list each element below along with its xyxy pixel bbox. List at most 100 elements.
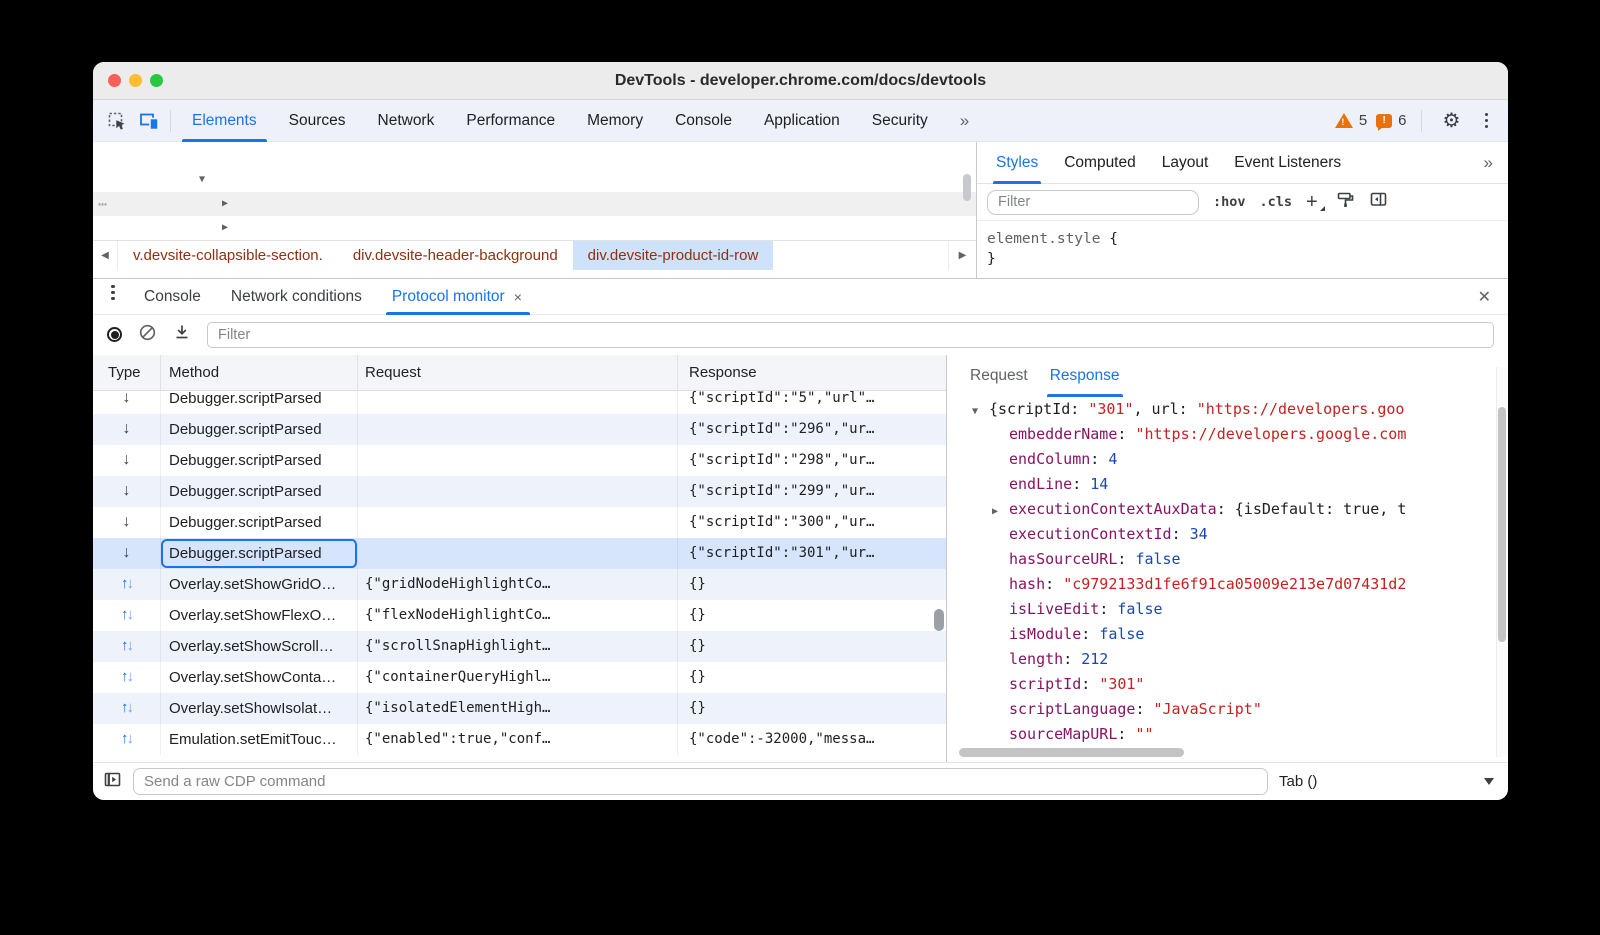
disclosure-triangle-icon[interactable]: ▼ bbox=[972, 399, 989, 424]
save-button[interactable] bbox=[173, 323, 191, 347]
json-tree-line[interactable]: embedderName: "https://developers.google… bbox=[947, 422, 1492, 447]
json-tree-line[interactable]: executionContextId: 34 bbox=[947, 522, 1492, 547]
issues-indicator[interactable]: ! 6 bbox=[1376, 112, 1406, 129]
settings-gear-icon[interactable]: ⚙ bbox=[1436, 105, 1468, 137]
tab-sources[interactable]: Sources bbox=[273, 100, 362, 142]
tab-elements[interactable]: Elements bbox=[176, 100, 273, 142]
json-tree-line[interactable]: isLiveEdit: false bbox=[947, 597, 1492, 622]
breadcrumb-back-icon[interactable]: ◀ bbox=[93, 241, 118, 270]
json-tree-line[interactable]: length: 212 bbox=[947, 647, 1492, 672]
breadcrumb-forward-icon[interactable]: ▶ bbox=[948, 241, 976, 270]
breadcrumb-item[interactable]: div.devsite-header-background bbox=[338, 241, 573, 270]
method-cell[interactable]: Overlay.setShowFlexO… bbox=[161, 600, 358, 631]
protocol-message-row[interactable]: ↓ Debugger.scriptParsed {"scriptId":"5",… bbox=[93, 391, 946, 414]
close-window-button[interactable] bbox=[108, 74, 121, 87]
table-column-header[interactable]: Type bbox=[93, 355, 161, 390]
drawer-menu-kebab-icon[interactable] bbox=[97, 281, 129, 313]
protocol-message-row[interactable]: ↓ Debugger.scriptParsed {"scriptId":"301… bbox=[93, 538, 946, 569]
method-cell[interactable]: Debugger.scriptParsed bbox=[161, 507, 358, 538]
disclosure-triangle-icon[interactable]: ▶ bbox=[222, 216, 228, 240]
element-style-rule[interactable]: element.style { } bbox=[977, 221, 1508, 269]
protocol-message-row[interactable]: ↓ Debugger.scriptParsed {"scriptId":"299… bbox=[93, 476, 946, 507]
drawer-tab-console[interactable]: Console bbox=[129, 279, 216, 315]
json-tree-line[interactable]: endColumn: 4 bbox=[947, 447, 1492, 472]
protocol-message-row[interactable]: ↑↓ Overlay.setShowIsolat… {"isolatedElem… bbox=[93, 693, 946, 724]
styles-tab-event-listeners[interactable]: Event Listeners bbox=[1221, 142, 1354, 184]
target-selector[interactable]: Tab () bbox=[1279, 773, 1494, 790]
method-cell[interactable]: Debugger.scriptParsed bbox=[161, 414, 358, 445]
method-cell[interactable]: Overlay.setShowGridO… bbox=[161, 569, 358, 600]
disclosure-triangle-icon[interactable]: ▶ bbox=[992, 499, 1009, 524]
clear-button[interactable] bbox=[138, 323, 157, 347]
tab-console[interactable]: Console bbox=[659, 100, 748, 142]
main-menu-kebab-icon[interactable] bbox=[1477, 109, 1497, 133]
cdp-command-input[interactable] bbox=[133, 768, 1268, 795]
protocol-message-row[interactable]: ↑↓ Overlay.setShowFlexO… {"flexNodeHighl… bbox=[93, 600, 946, 631]
drawer-tab-protocol-monitor[interactable]: Protocol monitor× bbox=[377, 279, 537, 315]
protocol-message-row[interactable]: ↑↓ Overlay.setShowScroll… {"scrollSnapHi… bbox=[93, 631, 946, 662]
json-tree-line[interactable]: hasSourceURL: false bbox=[947, 547, 1492, 572]
detail-horizontal-scrollbar[interactable] bbox=[959, 748, 1184, 757]
method-cell[interactable]: Debugger.scriptParsed bbox=[161, 445, 358, 476]
tab-network[interactable]: Network bbox=[362, 100, 451, 142]
more-panels-icon[interactable]: » bbox=[944, 111, 985, 131]
table-scrollbar-thumb[interactable] bbox=[934, 609, 944, 631]
json-tree-line[interactable]: sourceMapURL: "" bbox=[947, 722, 1492, 746]
protocol-message-row[interactable]: ↑↓ Emulation.setEmitTouc… {"enabled":tru… bbox=[93, 724, 946, 755]
zoom-window-button[interactable] bbox=[150, 74, 163, 87]
detail-vertical-scrollbar[interactable] bbox=[1496, 367, 1508, 757]
scrollbar-thumb[interactable] bbox=[1498, 407, 1506, 642]
json-tree-line[interactable]: scriptId: "301" bbox=[947, 672, 1492, 697]
method-cell[interactable]: Overlay.setShowIsolat… bbox=[161, 693, 358, 724]
dom-tree-node[interactable]: ⋯ ▶ <div class="devsite-product-id-row">… bbox=[93, 192, 976, 216]
disclosure-triangle-icon[interactable]: ▶ bbox=[222, 192, 228, 216]
table-column-header[interactable]: Request bbox=[358, 355, 678, 390]
drawer-tab-network-conditions[interactable]: Network conditions bbox=[216, 279, 377, 315]
record-button[interactable] bbox=[107, 327, 122, 342]
table-column-header[interactable]: Response bbox=[678, 355, 946, 390]
toggle-element-state-button[interactable]: :hov bbox=[1213, 194, 1246, 210]
method-cell[interactable]: Debugger.scriptParsed bbox=[161, 476, 358, 507]
dom-tree-node[interactable]: " style="transform: translate3d(0px, -72… bbox=[93, 144, 976, 168]
detail-tab-response[interactable]: Response bbox=[1039, 355, 1131, 397]
protocol-filter-input[interactable] bbox=[207, 322, 1494, 348]
new-style-rule-button[interactable]: + bbox=[1306, 195, 1322, 209]
show-target-sidebar-button[interactable] bbox=[103, 770, 122, 794]
method-cell[interactable]: Debugger.scriptParsed bbox=[161, 539, 358, 568]
table-column-header[interactable]: Method bbox=[161, 355, 358, 390]
tab-close-icon[interactable]: × bbox=[514, 289, 522, 305]
inspect-element-button[interactable] bbox=[101, 105, 133, 137]
method-cell[interactable]: Emulation.setEmitTouc… bbox=[161, 724, 358, 755]
warnings-indicator[interactable]: ! 5 bbox=[1335, 112, 1367, 129]
more-styles-tabs-icon[interactable]: » bbox=[1484, 153, 1508, 173]
detail-tab-request[interactable]: Request bbox=[959, 355, 1039, 397]
computed-panel-toggle-button[interactable] bbox=[1369, 190, 1388, 214]
json-tree-line[interactable]: isModule: false bbox=[947, 622, 1492, 647]
protocol-message-row[interactable]: ↓ Debugger.scriptParsed {"scriptId":"298… bbox=[93, 445, 946, 476]
close-drawer-icon[interactable]: ✕ bbox=[1478, 287, 1508, 307]
json-tree-line[interactable]: ▼{scriptId: "301", url: "https://develop… bbox=[947, 397, 1492, 422]
breadcrumb-item[interactable]: div.devsite-product-id-row bbox=[573, 241, 774, 270]
styles-filter-input[interactable] bbox=[987, 190, 1199, 215]
minimize-window-button[interactable] bbox=[129, 74, 142, 87]
tab-memory[interactable]: Memory bbox=[571, 100, 659, 142]
styles-tab-layout[interactable]: Layout bbox=[1149, 142, 1222, 184]
dom-tree-node[interactable]: ▶ <div class="devsite-doc-set-nav-row">…… bbox=[93, 216, 976, 240]
element-classes-button[interactable]: .cls bbox=[1260, 194, 1293, 210]
rendering-emulations-button[interactable] bbox=[1336, 190, 1355, 214]
protocol-message-row[interactable]: ↑↓ Overlay.setShowConta… {"containerQuer… bbox=[93, 662, 946, 693]
method-cell[interactable]: Overlay.setShowConta… bbox=[161, 662, 358, 693]
json-tree-line[interactable]: hash: "c9792133d1fe6f91ca05009e213e7d074… bbox=[947, 572, 1492, 597]
method-cell[interactable]: Debugger.scriptParsed bbox=[161, 391, 358, 414]
styles-tab-styles[interactable]: Styles bbox=[983, 142, 1051, 184]
method-cell[interactable]: Overlay.setShowScroll… bbox=[161, 631, 358, 662]
device-toolbar-button[interactable] bbox=[133, 105, 165, 137]
tab-application[interactable]: Application bbox=[748, 100, 856, 142]
json-tree-line[interactable]: scriptLanguage: "JavaScript" bbox=[947, 697, 1492, 722]
protocol-message-row[interactable]: ↑↓ Overlay.setShowGridO… {"gridNodeHighl… bbox=[93, 569, 946, 600]
json-tree-line[interactable]: endLine: 14 bbox=[947, 472, 1492, 497]
disclosure-triangle-icon[interactable]: ▼ bbox=[199, 168, 205, 192]
dom-tree-node[interactable]: ▼ <div class="devsite-header-background"… bbox=[93, 168, 976, 192]
protocol-message-row[interactable]: ↓ Debugger.scriptParsed {"scriptId":"296… bbox=[93, 414, 946, 445]
styles-tab-computed[interactable]: Computed bbox=[1051, 142, 1149, 184]
